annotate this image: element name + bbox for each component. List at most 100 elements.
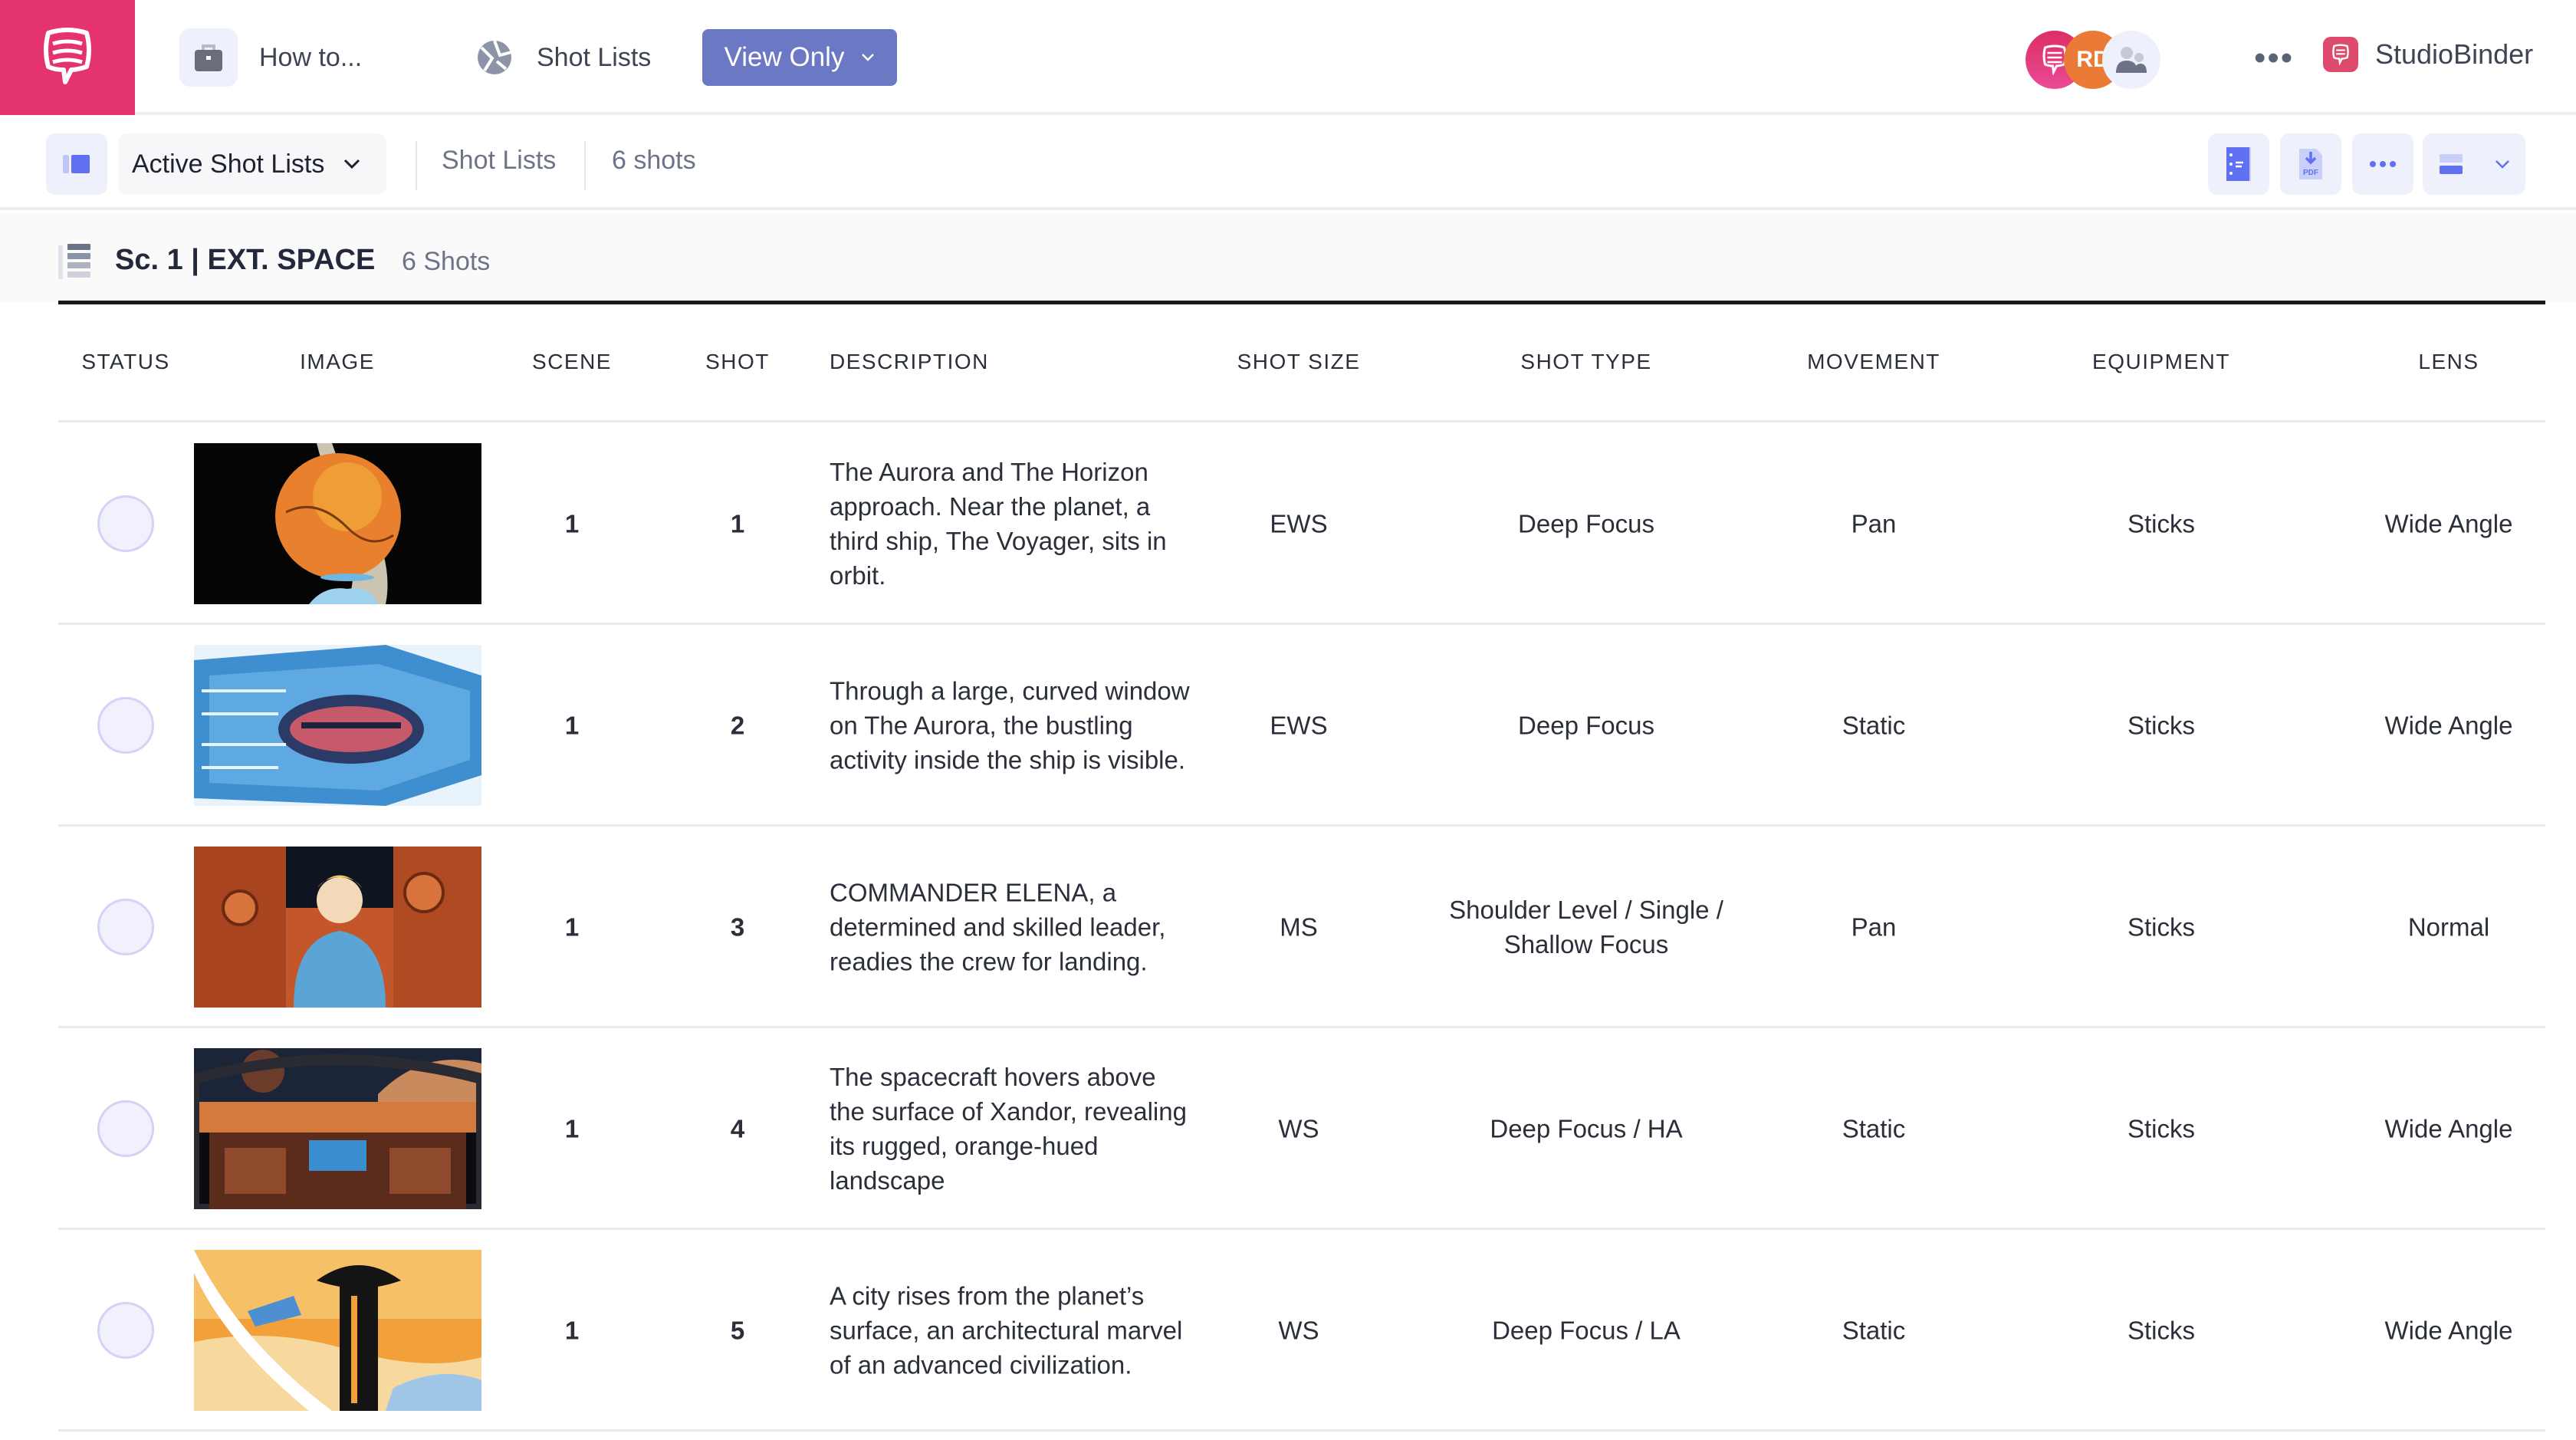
table-row[interactable]: 1 4 The spacecraft hovers above the surf… bbox=[0, 1027, 2576, 1229]
column-header-shot-type[interactable]: SHOT TYPE bbox=[1520, 350, 1651, 374]
equipment: Sticks bbox=[2127, 1316, 2196, 1344]
movement: Pan bbox=[1851, 912, 1897, 941]
shot-size: WS bbox=[1278, 1114, 1319, 1142]
shot-type: Deep Focus bbox=[1518, 509, 1654, 538]
thumbnail-planet bbox=[194, 442, 481, 604]
shot-number: 3 bbox=[730, 912, 745, 941]
shot-description: The spacecraft hovers above the surface … bbox=[830, 1062, 1187, 1195]
collaborator-avatars[interactable]: RD bbox=[2026, 31, 2160, 89]
shot-type: Deep Focus bbox=[1518, 711, 1654, 739]
equipment: Sticks bbox=[2127, 1114, 2196, 1142]
more-options-button[interactable]: ••• bbox=[2254, 41, 2294, 75]
table-row[interactable]: 1 1 The Aurora and The Horizon approach.… bbox=[0, 422, 2576, 624]
pdf-download-icon: PDF bbox=[2299, 149, 2322, 179]
storyboard-view-button[interactable] bbox=[2208, 133, 2269, 195]
table-row[interactable]: 1 3 COMMANDER ELENA, a determined and sk… bbox=[0, 826, 2576, 1027]
lens: Normal bbox=[2407, 912, 2490, 941]
scene-shot-count: 6 Shots bbox=[402, 247, 491, 276]
column-header-equipment[interactable]: EQUIPMENT bbox=[2092, 350, 2230, 374]
status-toggle[interactable] bbox=[97, 696, 154, 754]
movement: Static bbox=[1842, 711, 1906, 739]
briefcase-icon bbox=[179, 28, 238, 87]
view-mode-label: View Only bbox=[724, 42, 845, 72]
aperture-icon bbox=[475, 38, 514, 77]
chevron-down-icon bbox=[2496, 160, 2509, 169]
row-divider bbox=[58, 1429, 2545, 1432]
shot-image[interactable] bbox=[194, 644, 481, 806]
avatar-team[interactable] bbox=[2102, 31, 2160, 89]
app-logo[interactable] bbox=[0, 0, 135, 115]
equipment: Sticks bbox=[2127, 912, 2196, 941]
column-header-status[interactable]: STATUS bbox=[81, 350, 169, 374]
column-header-movement[interactable]: MOVEMENT bbox=[1807, 350, 1940, 374]
scene-divider bbox=[58, 301, 2545, 304]
lens: Wide Angle bbox=[2384, 509, 2513, 538]
brand-logo-icon bbox=[2323, 37, 2358, 72]
scene-title[interactable]: Sc. 1 | EXT. SPACE bbox=[115, 244, 375, 277]
drag-handle-icon[interactable] bbox=[58, 244, 94, 281]
status-toggle[interactable] bbox=[97, 898, 154, 955]
shot-description: The Aurora and The Horizon approach. Nea… bbox=[830, 457, 1167, 590]
shot-type: Deep Focus / LA bbox=[1492, 1316, 1681, 1344]
shot-count: 6 shots bbox=[612, 146, 696, 175]
row-layout-dropdown[interactable] bbox=[2423, 133, 2525, 195]
scene-number: 1 bbox=[564, 1114, 580, 1142]
shot-image[interactable] bbox=[194, 846, 481, 1008]
divider bbox=[416, 141, 417, 190]
shot-type: Deep Focus / HA bbox=[1490, 1114, 1683, 1142]
shot-image[interactable] bbox=[194, 1249, 481, 1411]
shot-list-toolbar: Active Shot Lists Shot Lists 6 shots PDF bbox=[0, 118, 2576, 210]
nav-shot-lists[interactable]: Shot Lists bbox=[475, 28, 651, 87]
column-header-shot[interactable]: SHOT bbox=[705, 350, 770, 374]
column-header-description[interactable]: DESCRIPTION bbox=[830, 350, 989, 374]
shot-image[interactable] bbox=[194, 442, 481, 604]
shot-image[interactable] bbox=[194, 1047, 481, 1209]
divider bbox=[584, 141, 586, 190]
shot-size: WS bbox=[1278, 1316, 1319, 1344]
lens: Wide Angle bbox=[2384, 1316, 2513, 1344]
status-toggle[interactable] bbox=[97, 1301, 154, 1359]
scene-header: Sc. 1 | EXT. SPACE 6 Shots bbox=[0, 213, 2576, 302]
column-header-scene[interactable]: SCENE bbox=[532, 350, 612, 374]
status-toggle[interactable] bbox=[97, 495, 154, 552]
nav-how-to[interactable]: How to... bbox=[179, 28, 362, 87]
breadcrumb-shot-lists[interactable]: Shot Lists bbox=[442, 146, 556, 176]
shot-size: EWS bbox=[1270, 711, 1328, 739]
chevron-down-icon bbox=[344, 159, 360, 169]
shot-number: 5 bbox=[730, 1316, 745, 1344]
brand-name: StudioBinder bbox=[2375, 38, 2534, 70]
shot-list-selector[interactable]: Active Shot Lists bbox=[118, 133, 386, 195]
scene-number: 1 bbox=[564, 912, 580, 941]
table-row[interactable]: 1 5 A city rises from the planet’s surfa… bbox=[0, 1229, 2576, 1431]
svg-text:PDF: PDF bbox=[2303, 169, 2318, 177]
movement: Pan bbox=[1851, 509, 1897, 538]
studiobinder-logo-icon bbox=[44, 28, 91, 84]
shot-number: 1 bbox=[730, 509, 745, 538]
more-actions-button[interactable] bbox=[2352, 133, 2413, 195]
shot-size: EWS bbox=[1270, 509, 1328, 538]
thumbnail-ship-window bbox=[194, 644, 481, 806]
nav-shot-lists-label: Shot Lists bbox=[537, 42, 652, 72]
view-mode-dropdown[interactable]: View Only bbox=[702, 29, 897, 86]
nav-how-to-label: How to... bbox=[259, 42, 363, 72]
ellipsis-icon bbox=[2370, 161, 2396, 167]
column-header-image[interactable]: IMAGE bbox=[300, 350, 375, 374]
workspace-brand[interactable]: StudioBinder bbox=[2323, 37, 2533, 72]
sidebar-toggle-button[interactable] bbox=[46, 133, 107, 195]
row-layout-icon bbox=[2440, 154, 2463, 174]
shot-type: Shoulder Level / Single / Shallow Focus bbox=[1449, 895, 1723, 958]
shot-size: MS bbox=[1280, 912, 1318, 941]
column-header-shot-size[interactable]: SHOT SIZE bbox=[1237, 350, 1361, 374]
column-header-lens[interactable]: LENS bbox=[2418, 350, 2479, 374]
status-toggle[interactable] bbox=[97, 1100, 154, 1157]
equipment: Sticks bbox=[2127, 509, 2196, 538]
scene-number: 1 bbox=[564, 1316, 580, 1344]
export-pdf-button[interactable]: PDF bbox=[2280, 133, 2341, 195]
shot-number: 4 bbox=[730, 1114, 745, 1142]
equipment: Sticks bbox=[2127, 711, 2196, 739]
movement: Static bbox=[1842, 1316, 1906, 1344]
shot-description: Through a large, curved window on The Au… bbox=[830, 676, 1190, 774]
table-row[interactable]: 1 2 Through a large, curved window on Th… bbox=[0, 624, 2576, 826]
chevron-down-icon bbox=[862, 54, 875, 61]
shot-description: A city rises from the planet’s surface, … bbox=[830, 1281, 1183, 1379]
